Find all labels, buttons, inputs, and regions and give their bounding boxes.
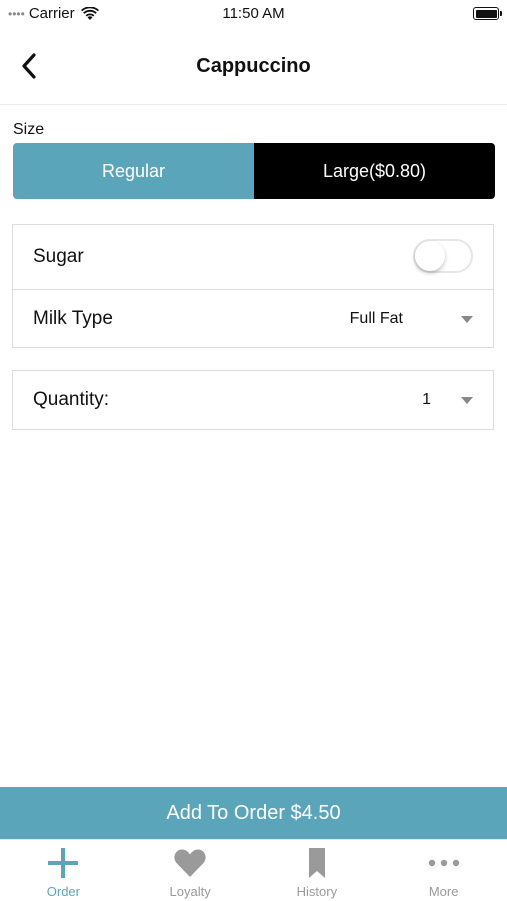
page-title: Cappuccino bbox=[196, 55, 311, 77]
quantity-value: 1 bbox=[422, 391, 431, 408]
sugar-label: Sugar bbox=[33, 246, 84, 267]
add-to-order-button[interactable]: Add To Order $4.50 bbox=[0, 787, 507, 839]
size-label: Size bbox=[13, 121, 45, 138]
tab-more[interactable]: More bbox=[380, 840, 507, 901]
milk-type-row[interactable]: Milk Type Full Fat bbox=[13, 289, 493, 347]
tab-order[interactable]: Order bbox=[0, 840, 127, 901]
more-dots-icon bbox=[427, 846, 461, 880]
plus-icon bbox=[46, 846, 80, 880]
tab-label: History bbox=[296, 884, 338, 899]
battery-icon bbox=[473, 7, 502, 20]
tab-loyalty[interactable]: Loyalty bbox=[127, 840, 254, 901]
bookmark-icon bbox=[300, 846, 334, 880]
tab-label: Loyalty bbox=[169, 884, 211, 899]
options-group: Sugar Milk Type Full Fat bbox=[12, 224, 494, 348]
quantity-label: Quantity: bbox=[33, 389, 110, 410]
tab-bar: Order Loyalty History More bbox=[0, 839, 507, 901]
tab-history[interactable]: History bbox=[254, 840, 381, 901]
quantity-group: Quantity: 1 bbox=[12, 370, 494, 430]
quantity-row[interactable]: Quantity: 1 bbox=[13, 371, 493, 429]
navigation-bar: Cappuccino bbox=[0, 28, 507, 105]
heart-icon bbox=[173, 846, 207, 880]
dropdown-caret-icon bbox=[461, 397, 473, 404]
size-option-regular[interactable]: Regular bbox=[13, 143, 254, 199]
toggle-knob bbox=[415, 241, 445, 271]
sugar-toggle[interactable] bbox=[413, 239, 473, 273]
size-segmented-control: Regular Large($0.80) bbox=[13, 143, 495, 199]
dropdown-caret-icon bbox=[461, 315, 473, 323]
status-time: 11:50 AM bbox=[222, 5, 285, 22]
tab-label: Order bbox=[46, 884, 80, 899]
milk-type-value: Full Fat bbox=[349, 309, 403, 327]
sugar-row: Sugar bbox=[13, 225, 493, 289]
tab-label: More bbox=[428, 884, 459, 899]
size-option-large[interactable]: Large($0.80) bbox=[254, 143, 495, 199]
milk-type-label: Milk Type bbox=[33, 307, 113, 329]
status-bar: •••• Carrier 11:50 AM bbox=[0, 0, 507, 28]
